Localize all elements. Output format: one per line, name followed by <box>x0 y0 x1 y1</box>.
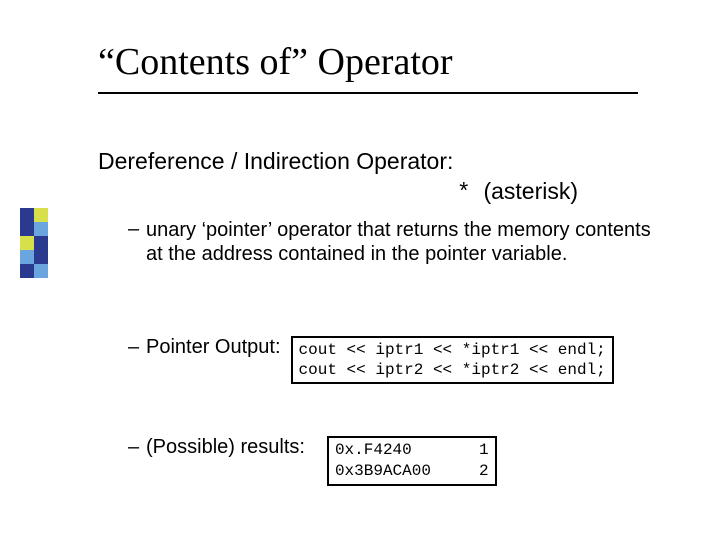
asterisk-line: * (asterisk) <box>98 178 578 206</box>
slide-title: “Contents of” Operator <box>98 40 453 84</box>
deco-sq <box>34 222 48 236</box>
bullet-dash-icon: – <box>128 218 146 241</box>
deco-sq <box>34 264 48 278</box>
deco-sq <box>34 208 48 222</box>
bullet-text: unary ‘pointer’ operator that returns th… <box>146 218 666 267</box>
deco-sq <box>34 236 48 250</box>
bullet-list: –unary ‘pointer’ operator that returns t… <box>128 218 688 281</box>
decorative-squares <box>20 208 50 278</box>
deco-sq <box>20 264 34 278</box>
deco-sq <box>20 250 34 264</box>
title-underline <box>98 92 638 94</box>
pointer-output-row: –Pointer Output: cout << iptr1 << *iptr1… <box>128 336 614 384</box>
deco-sq <box>20 208 34 222</box>
results-row: –(Possible) results: 0x.F4240 1 0x3B9ACA… <box>128 436 497 486</box>
bullet-text: (Possible) results: <box>146 436 305 458</box>
bullet-dash-icon: – <box>128 336 146 359</box>
deco-sq <box>34 250 48 264</box>
deco-sq <box>20 222 34 236</box>
asterisk-symbol: * <box>457 180 471 206</box>
slide: “Contents of” Operator Dereference / Ind… <box>0 0 720 540</box>
bullet-text: Pointer Output: <box>146 336 281 358</box>
deco-sq <box>20 236 34 250</box>
bullet-dash-icon: – <box>128 436 146 459</box>
subtitle: Dereference / Indirection Operator: <box>98 148 453 175</box>
code-results-box: 0x.F4240 1 0x3B9ACA00 2 <box>327 436 497 486</box>
bullet-item: –unary ‘pointer’ operator that returns t… <box>128 218 688 267</box>
bullet-item: –(Possible) results: <box>128 436 305 459</box>
bullet-item: –Pointer Output: <box>128 336 281 359</box>
asterisk-label: (asterisk) <box>483 178 578 204</box>
code-output-box: cout << iptr1 << *iptr1 << endl; cout <<… <box>291 336 614 384</box>
